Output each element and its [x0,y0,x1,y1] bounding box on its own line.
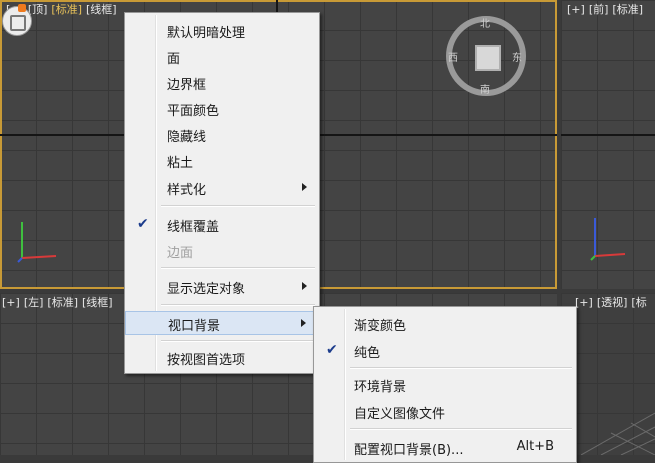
menu-item-label: 平面颜色 [167,104,220,119]
menu-item-label: 样式化 [167,183,207,198]
viewport-background-submenu: 渐变颜色 ✔ 纯色 环境背景 自定义图像文件 配置视口背景(B)... Alt+… [313,306,577,463]
menu-item-label: 自定义图像文件 [354,407,446,422]
viewcube-west-label[interactable]: 西 [448,49,458,64]
menu-item-label: 默认明暗处理 [167,26,246,41]
menu-item-label: 显示选定对象 [167,282,246,297]
submenu-arrow-icon [302,183,307,191]
viewport-perspective-label[interactable]: [+] [透视] [标 [575,294,651,310]
menu-item-label: 配置视口背景(B)... [354,443,464,458]
menu-item-clay[interactable]: 粘土 [125,149,319,173]
menu-item-viewport-background[interactable]: 视口背景 [125,311,319,335]
checkmark-icon: ✔ [326,342,338,358]
menu-item-bounding-box[interactable]: 边界框 [125,71,319,95]
application-menu-button[interactable] [0,0,36,36]
submenu-item-environment-background[interactable]: 环境背景 [314,373,576,397]
viewport-point-of-view-menu[interactable]: [透视] [597,296,628,309]
menu-separator [161,340,315,342]
menu-item-stylized[interactable]: 样式化 [125,176,319,200]
menu-item-label: 视口背景 [168,319,221,334]
viewport-shading-menu[interactable]: [标准] [47,296,78,309]
menu-item-label: 按视图首选项 [167,353,246,368]
viewport-plus-menu[interactable]: [+] [567,3,585,16]
submenu-item-solid-color[interactable]: ✔ 纯色 [314,339,576,363]
viewport-plus-menu[interactable]: [+] [2,296,20,309]
viewport-front[interactable]: [+] [前] [标准] [561,0,655,289]
viewport-shading-menu[interactable]: [标准] [51,3,82,16]
viewport-front-label[interactable]: [+] [前] [标准] [567,1,647,17]
viewcube-south-label[interactable]: 南 [480,81,490,96]
submenu-arrow-icon [301,319,306,327]
menu-item-default-shading[interactable]: 默认明暗处理 [125,19,319,43]
menu-item-facets[interactable]: 面 [125,45,319,69]
perspective-grid [581,412,655,455]
viewport-shading-menu[interactable]: [标准] [612,3,643,16]
viewport-shading-context-menu: 默认明暗处理 面 边界框 平面颜色 隐藏线 粘土 样式化 ✔ 线框覆盖 边面 显… [124,12,320,374]
menu-item-shortcut: Alt+B [516,439,554,454]
menu-item-label: 隐藏线 [167,130,207,145]
viewcube[interactable]: 北 南 东 西 [446,16,526,96]
menu-item-hidden-line[interactable]: 隐藏线 [125,123,319,147]
viewport-point-of-view-menu[interactable]: [左] [24,296,44,309]
menu-separator [350,428,572,430]
menu-item-label: 粘土 [167,156,194,171]
submenu-item-configure-viewport-background[interactable]: 配置视口背景(B)... Alt+B [314,436,576,460]
submenu-item-gradient-color[interactable]: 渐变颜色 [314,312,576,336]
menu-item-label: 纯色 [354,346,381,361]
checkmark-icon: ✔ [137,216,149,232]
menu-separator [161,205,315,207]
submenu-arrow-icon [302,282,307,290]
app-logo-icon [2,6,32,36]
menu-item-label: 线框覆盖 [167,220,220,235]
menu-item-label: 边面 [167,246,194,261]
menu-item-wireframe-override[interactable]: ✔ 线框覆盖 [125,213,319,237]
menu-separator [161,267,315,269]
viewport-plus-menu[interactable]: [+] [575,296,593,309]
menu-item-display-selected[interactable]: 显示选定对象 [125,275,319,299]
viewport-display-menu[interactable]: [线框] [82,296,113,309]
menu-item-per-view-preferences[interactable]: 按视图首选项 [125,346,319,370]
viewport-display-menu[interactable]: [线框] [86,3,117,16]
grid-axis-horizontal [561,134,655,136]
menu-item-label: 边界框 [167,78,207,93]
app-logo-badge [18,4,26,12]
world-axis-icon [17,222,57,263]
menu-separator [350,367,572,369]
viewcube-cube-icon[interactable] [475,45,501,71]
submenu-item-custom-image-file[interactable]: 自定义图像文件 [314,400,576,424]
menu-item-edged-faces: 边面 [125,239,319,263]
world-axis-icon [590,218,626,261]
menu-item-label: 渐变颜色 [354,319,407,334]
menu-item-label: 环境背景 [354,380,407,395]
viewport-left-label[interactable]: [+] [左] [标准] [线框] [2,294,117,310]
viewport-shading-menu[interactable]: [标 [631,296,646,309]
menu-separator [161,304,315,306]
viewcube-north-label[interactable]: 北 [480,15,490,30]
viewcube-east-label[interactable]: 东 [512,49,522,64]
viewport-point-of-view-menu[interactable]: [前] [589,3,609,16]
menu-item-flat-color[interactable]: 平面颜色 [125,97,319,121]
menu-item-label: 面 [167,52,181,67]
